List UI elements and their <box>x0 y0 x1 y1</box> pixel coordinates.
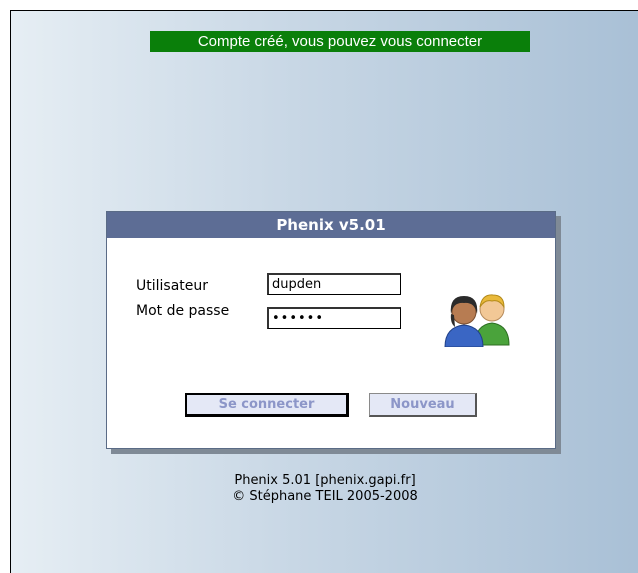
login-panel: Phenix v5.01 Utilisateur Mot de passe Se… <box>106 211 556 449</box>
username-input[interactable] <box>267 273 401 295</box>
password-input[interactable] <box>267 307 401 329</box>
footer-version: Phenix 5.01 [phenix.gapi.fr] <box>234 473 416 488</box>
login-button[interactable]: Se connecter <box>185 393 349 417</box>
success-message: Compte créé, vous pouvez vous connecter <box>150 31 530 52</box>
username-label: Utilisateur <box>136 278 209 294</box>
footer: Phenix 5.01 [phenix.gapi.fr] © Stéphane … <box>11 473 638 505</box>
panel-title: Phenix v5.01 <box>107 212 555 238</box>
new-account-button[interactable]: Nouveau <box>369 393 477 417</box>
users-icon <box>444 294 510 347</box>
page-frame: Compte créé, vous pouvez vous connecter … <box>10 10 638 573</box>
password-label: Mot de passe <box>136 303 230 319</box>
footer-copyright: © Stéphane TEIL 2005-2008 <box>232 489 418 504</box>
